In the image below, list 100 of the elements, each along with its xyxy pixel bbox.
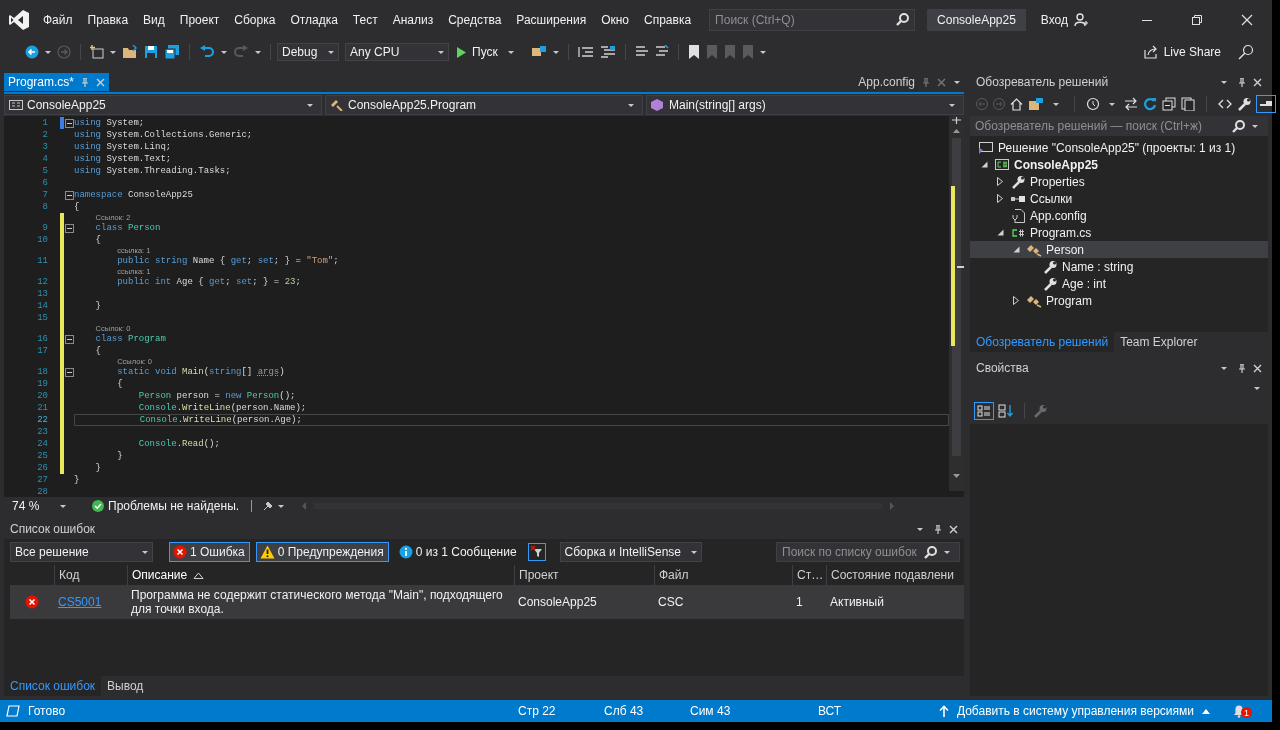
menu-item[interactable]: Отладка bbox=[283, 13, 346, 27]
panel-tab[interactable]: Team Explorer bbox=[1114, 332, 1204, 352]
panel-tab[interactable]: Обозреватель решений bbox=[970, 332, 1115, 352]
collapse-icon[interactable] bbox=[65, 334, 74, 344]
menu-item[interactable]: Расширения bbox=[509, 13, 595, 27]
tree-item[interactable]: Ссылки bbox=[970, 190, 1268, 207]
caret-icon[interactable] bbox=[110, 49, 116, 55]
menu-item[interactable]: Средства bbox=[441, 13, 510, 27]
source-dropdown[interactable]: Сборка и IntelliSense bbox=[559, 542, 702, 562]
search-field[interactable]: Поиск (Ctrl+Q) bbox=[709, 9, 916, 31]
notifications-button[interactable]: 1 bbox=[1232, 704, 1252, 718]
tree-item[interactable]: Properties bbox=[970, 173, 1268, 190]
person-icon[interactable] bbox=[1074, 13, 1088, 27]
indent-icon[interactable] bbox=[577, 45, 594, 59]
caret-icon[interactable] bbox=[255, 49, 261, 55]
zoom-dropdown[interactable]: 74 % bbox=[8, 498, 70, 514]
folder-icon[interactable] bbox=[122, 45, 138, 59]
caret-icon[interactable] bbox=[45, 49, 51, 55]
live-share-button[interactable]: Live Share bbox=[1143, 45, 1221, 59]
caret-icon[interactable] bbox=[944, 550, 950, 555]
scope-dropdown[interactable]: Все решение bbox=[10, 542, 153, 562]
alphabetical-icon[interactable] bbox=[996, 402, 1016, 420]
filter-icon[interactable] bbox=[527, 543, 546, 561]
menu-item[interactable]: Анализ bbox=[385, 13, 442, 27]
navigation-dropdown[interactable]: ConsoleApp25.Program bbox=[325, 95, 643, 115]
filter-toggle[interactable]: 0 из 1 Сообщение bbox=[394, 542, 522, 562]
save-all-icon[interactable] bbox=[164, 45, 180, 59]
platform-dropdown[interactable]: Any CPU bbox=[345, 43, 449, 61]
search-icon[interactable] bbox=[1232, 120, 1245, 133]
close-icon[interactable] bbox=[1253, 363, 1262, 373]
caret-icon[interactable] bbox=[759, 49, 766, 55]
panel-tab[interactable]: Вывод bbox=[101, 676, 150, 696]
refresh-icon[interactable] bbox=[1143, 97, 1157, 111]
tree-item[interactable]: Name : string bbox=[970, 258, 1268, 275]
source-control-button[interactable]: Добавить в систему управления версиями bbox=[938, 704, 1210, 718]
caret-icon[interactable] bbox=[917, 526, 923, 532]
filter-toggle[interactable]: 1 Ошибка bbox=[169, 542, 250, 562]
caret-icon[interactable] bbox=[552, 49, 559, 55]
pin-icon[interactable] bbox=[933, 524, 943, 534]
preview-icon[interactable] bbox=[1256, 95, 1276, 113]
browse-icon[interactable] bbox=[530, 45, 547, 59]
filter-toggle[interactable]: 0 Предупреждения bbox=[255, 542, 389, 562]
tree-item[interactable]: Person bbox=[970, 241, 1268, 258]
menu-item[interactable]: Правка bbox=[80, 13, 137, 27]
menu-item[interactable]: Справка bbox=[637, 13, 700, 27]
caret-icon[interactable] bbox=[1109, 101, 1115, 107]
history-icon[interactable] bbox=[1086, 97, 1100, 111]
brush-icon[interactable] bbox=[262, 500, 275, 512]
menu-item[interactable]: Окно bbox=[594, 13, 638, 27]
menu-item[interactable]: Сборка bbox=[227, 13, 284, 27]
close-icon[interactable] bbox=[949, 524, 958, 534]
close-icon[interactable] bbox=[1253, 77, 1262, 87]
close-icon[interactable] bbox=[1241, 14, 1253, 26]
show-all-files-icon[interactable] bbox=[1181, 97, 1195, 111]
collapse-all-icon[interactable] bbox=[1162, 97, 1176, 111]
caret-icon[interactable] bbox=[1221, 79, 1227, 85]
home-icon[interactable] bbox=[1010, 97, 1023, 111]
scrollbar-drawing[interactable] bbox=[949, 116, 964, 491]
collapse-icon[interactable] bbox=[65, 367, 74, 377]
switch-views-icon[interactable] bbox=[1028, 97, 1044, 111]
caret-icon[interactable] bbox=[954, 79, 960, 85]
undo-icon[interactable] bbox=[199, 45, 215, 59]
sync-icon[interactable] bbox=[1124, 97, 1138, 111]
code-icon[interactable] bbox=[1218, 97, 1232, 111]
tree-item[interactable]: ConsoleApp25 bbox=[970, 156, 1268, 173]
menu-item[interactable]: Вид bbox=[136, 13, 173, 27]
start-button[interactable]: Пуск bbox=[455, 45, 520, 59]
collapse-icon[interactable] bbox=[65, 190, 74, 200]
tree-item[interactable]: Решение "ConsoleApp25" (проекты: 1 из 1) bbox=[970, 139, 1268, 156]
error-row[interactable]: CS5001 Программа не содержит статического метода "Main", подходящего для точки входа. ConsoleApp25 CSC 1 Активный bbox=[10, 585, 964, 619]
menu-item[interactable]: Тест bbox=[345, 13, 386, 27]
tree-item[interactable]: App.config bbox=[970, 207, 1268, 224]
error-code-link[interactable]: CS5001 bbox=[58, 595, 102, 609]
back-icon[interactable] bbox=[25, 45, 39, 59]
configuration-dropdown[interactable]: Debug bbox=[277, 43, 339, 61]
outdent-icon[interactable] bbox=[599, 45, 616, 59]
caret-icon[interactable] bbox=[1252, 124, 1258, 129]
tree-item[interactable]: Program.cs bbox=[970, 224, 1268, 241]
pin-icon[interactable] bbox=[1237, 363, 1247, 373]
categorized-icon[interactable] bbox=[974, 402, 994, 420]
pin-icon[interactable] bbox=[1237, 77, 1247, 87]
tree-item[interactable]: Program bbox=[970, 292, 1268, 309]
search-icon[interactable] bbox=[924, 546, 937, 559]
uncomment-icon[interactable] bbox=[654, 45, 669, 59]
caret-icon[interactable] bbox=[1053, 101, 1059, 107]
caret-icon[interactable] bbox=[278, 503, 285, 509]
restore-icon[interactable] bbox=[1191, 14, 1203, 26]
search-icon[interactable] bbox=[896, 13, 910, 26]
wrench-icon[interactable] bbox=[1237, 97, 1251, 111]
comment-icon[interactable] bbox=[634, 45, 649, 59]
navigation-dropdown[interactable]: ConsoleApp25 bbox=[4, 95, 322, 115]
panel-tab[interactable]: Список ошибок bbox=[4, 676, 102, 696]
menu-item[interactable]: Проект bbox=[172, 13, 228, 27]
menu-item[interactable]: Файл bbox=[36, 13, 81, 27]
caret-icon[interactable] bbox=[1221, 365, 1227, 371]
search-field[interactable]: Обозреватель решений — поиск (Ctrl+ж) bbox=[970, 116, 1268, 136]
feedback-icon[interactable] bbox=[1238, 44, 1254, 60]
sign-in-link[interactable]: Вход bbox=[1040, 13, 1068, 27]
bookmark-icon[interactable] bbox=[687, 45, 700, 59]
collapse-icon[interactable] bbox=[65, 223, 74, 233]
